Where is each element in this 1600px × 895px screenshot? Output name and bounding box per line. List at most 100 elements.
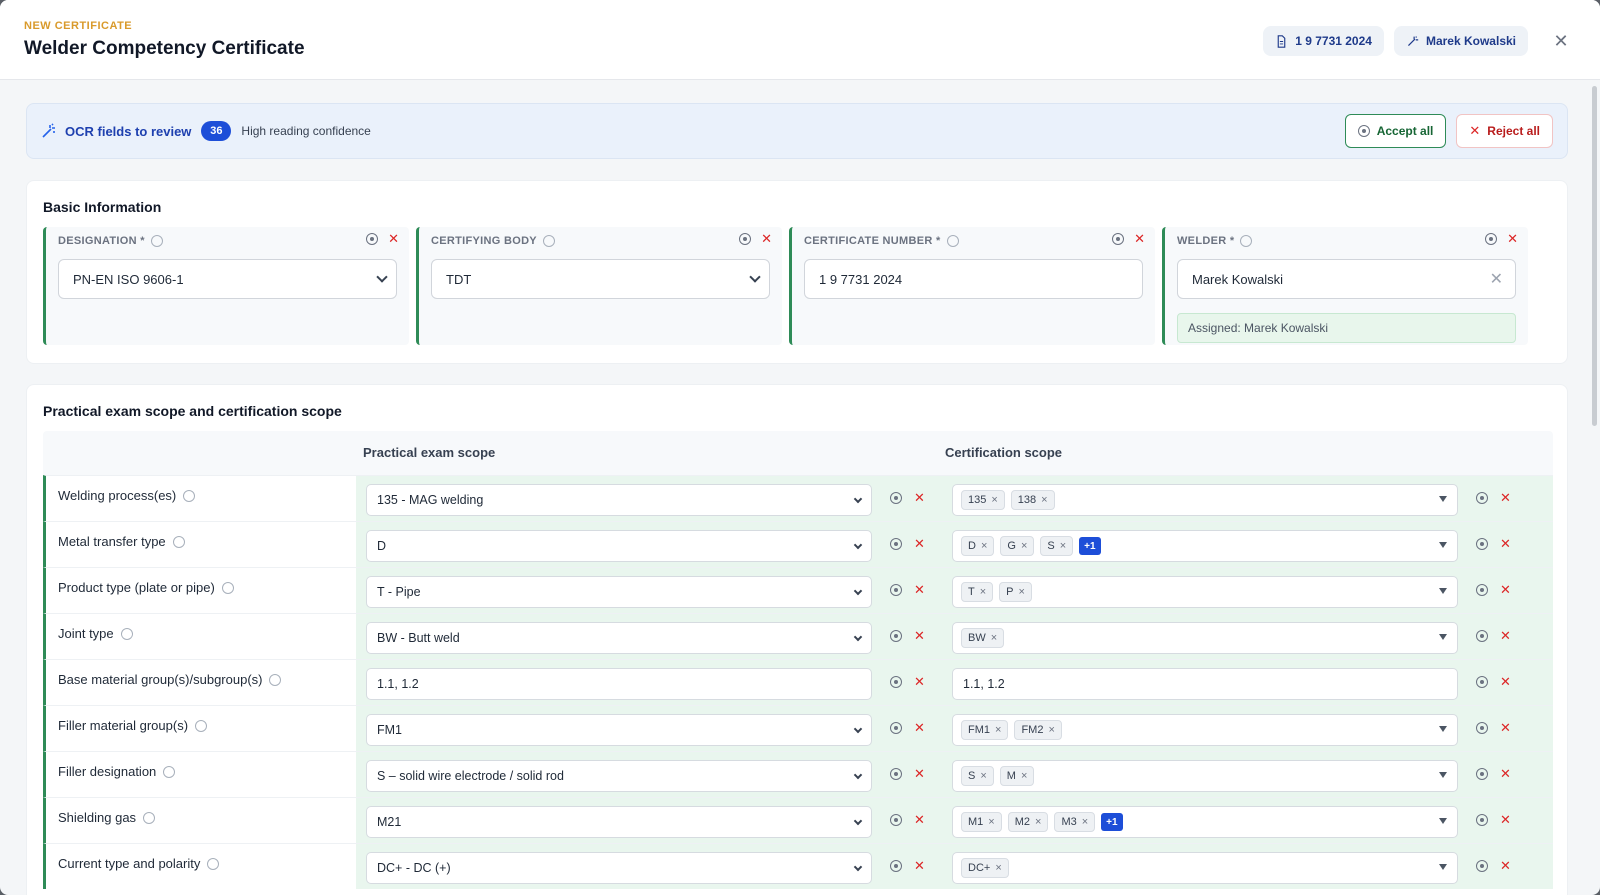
certification-scope-multiselect[interactable]: M1 × M2 × M3 × +1: [952, 806, 1458, 838]
scope-tag[interactable]: FM1 ×: [961, 720, 1009, 740]
certifying-body-select[interactable]: TDT: [431, 259, 770, 299]
scope-tag[interactable]: M ×: [999, 766, 1035, 786]
reject-icon[interactable]: ✕: [914, 491, 925, 504]
remove-tag-icon[interactable]: ×: [1035, 816, 1041, 828]
scope-tag[interactable]: G ×: [1000, 536, 1035, 556]
reject-icon[interactable]: ✕: [914, 721, 925, 734]
accept-icon[interactable]: [1112, 233, 1125, 245]
accept-icon[interactable]: [366, 233, 379, 245]
reject-icon[interactable]: ✕: [1500, 813, 1511, 826]
more-tags-badge[interactable]: +1: [1101, 813, 1123, 831]
certificate-number-input[interactable]: 1 9 7731 2024: [804, 259, 1143, 299]
info-icon[interactable]: [207, 857, 220, 870]
practical-exam-scope-select[interactable]: BW - Butt weld: [366, 622, 872, 654]
remove-tag-icon[interactable]: ×: [1021, 540, 1027, 552]
certification-scope-multiselect[interactable]: 135 × 138 ×: [952, 484, 1458, 516]
scope-tag[interactable]: D ×: [961, 536, 995, 556]
accept-icon[interactable]: [1476, 492, 1488, 504]
info-icon[interactable]: [172, 535, 185, 548]
reject-icon[interactable]: ✕: [388, 232, 399, 245]
reject-icon[interactable]: ✕: [914, 537, 925, 550]
reject-icon[interactable]: ✕: [1500, 491, 1511, 504]
remove-tag-icon[interactable]: ×: [1060, 540, 1066, 552]
remove-tag-icon[interactable]: ×: [1048, 724, 1054, 736]
reject-icon[interactable]: ✕: [914, 629, 925, 642]
scope-tag[interactable]: M3 ×: [1054, 812, 1096, 832]
accept-icon[interactable]: [1476, 722, 1488, 734]
reject-icon[interactable]: ✕: [1500, 721, 1511, 734]
info-icon[interactable]: [183, 489, 196, 502]
more-tags-badge[interactable]: +1: [1079, 537, 1101, 555]
scope-tag[interactable]: 138 ×: [1010, 490, 1055, 510]
scope-tag[interactable]: 135 ×: [961, 490, 1005, 510]
remove-tag-icon[interactable]: ×: [980, 770, 986, 782]
accept-all-button[interactable]: Accept all: [1344, 114, 1447, 148]
accept-icon[interactable]: [1476, 860, 1488, 872]
info-icon[interactable]: [221, 581, 234, 594]
info-icon[interactable]: [195, 719, 208, 732]
info-icon[interactable]: [269, 673, 282, 686]
scope-tag[interactable]: S ×: [961, 766, 994, 786]
remove-tag-icon[interactable]: ×: [1019, 586, 1025, 598]
reject-icon[interactable]: ✕: [1500, 537, 1511, 550]
accept-icon[interactable]: [890, 722, 902, 734]
scrollbar[interactable]: [1592, 86, 1597, 426]
reject-icon[interactable]: ✕: [914, 767, 925, 780]
info-icon[interactable]: [1240, 235, 1253, 247]
scope-tag[interactable]: T ×: [961, 582, 994, 602]
info-icon[interactable]: [163, 765, 176, 778]
practical-exam-scope-select[interactable]: S – solid wire electrode / solid rod: [366, 760, 872, 792]
designation-select[interactable]: PN-EN ISO 9606-1: [58, 259, 397, 299]
welder-chip[interactable]: Marek Kowalski: [1393, 26, 1528, 56]
certification-scope-input[interactable]: 1.1, 1.2: [952, 668, 1458, 700]
accept-icon[interactable]: [890, 584, 902, 596]
remove-tag-icon[interactable]: ×: [995, 862, 1001, 874]
remove-tag-icon[interactable]: ×: [1041, 494, 1047, 506]
practical-exam-scope-select[interactable]: FM1: [366, 714, 872, 746]
certification-scope-multiselect[interactable]: FM1 × FM2 ×: [952, 714, 1458, 746]
scope-tag[interactable]: BW ×: [961, 628, 1005, 648]
accept-icon[interactable]: [739, 233, 752, 245]
reject-icon[interactable]: ✕: [1500, 629, 1511, 642]
accept-icon[interactable]: [1476, 584, 1488, 596]
remove-tag-icon[interactable]: ×: [991, 494, 997, 506]
info-icon[interactable]: [150, 235, 163, 247]
accept-icon[interactable]: [890, 860, 902, 872]
reject-icon[interactable]: ✕: [1500, 675, 1511, 688]
certification-scope-multiselect[interactable]: T × P ×: [952, 576, 1458, 608]
remove-tag-icon[interactable]: ×: [980, 586, 986, 598]
certificate-number-chip[interactable]: 1 9 7731 2024: [1263, 26, 1384, 56]
certification-scope-multiselect[interactable]: D × G × S × +1: [952, 530, 1458, 562]
practical-exam-scope-input[interactable]: 1.1, 1.2: [366, 668, 872, 700]
remove-tag-icon[interactable]: ×: [988, 816, 994, 828]
accept-icon[interactable]: [1476, 630, 1488, 642]
reject-icon[interactable]: ✕: [1500, 767, 1511, 780]
reject-icon[interactable]: ✕: [1500, 859, 1511, 872]
remove-tag-icon[interactable]: ×: [991, 632, 997, 644]
clear-icon[interactable]: ✕: [1490, 269, 1503, 289]
info-icon[interactable]: [542, 235, 555, 247]
certification-scope-multiselect[interactable]: DC+ ×: [952, 852, 1458, 884]
accept-icon[interactable]: [890, 630, 902, 642]
remove-tag-icon[interactable]: ×: [981, 540, 987, 552]
accept-icon[interactable]: [1476, 676, 1488, 688]
scope-tag[interactable]: M1 ×: [961, 812, 1002, 832]
reject-icon[interactable]: ✕: [914, 813, 925, 826]
practical-exam-scope-select[interactable]: 135 - MAG welding: [366, 484, 872, 516]
certification-scope-multiselect[interactable]: BW ×: [952, 622, 1458, 654]
reject-icon[interactable]: ✕: [1507, 232, 1518, 245]
reject-icon[interactable]: ✕: [1134, 232, 1145, 245]
remove-tag-icon[interactable]: ×: [1021, 770, 1027, 782]
info-icon[interactable]: [120, 627, 133, 640]
practical-exam-scope-select[interactable]: D: [366, 530, 872, 562]
reject-icon[interactable]: ✕: [914, 859, 925, 872]
reject-icon[interactable]: ✕: [1500, 583, 1511, 596]
practical-exam-scope-select[interactable]: DC+ - DC (+): [366, 852, 872, 884]
practical-exam-scope-select[interactable]: T - Pipe: [366, 576, 872, 608]
scope-tag[interactable]: FM2 ×: [1014, 720, 1062, 740]
practical-exam-scope-select[interactable]: M21: [366, 806, 872, 838]
accept-icon[interactable]: [1476, 768, 1488, 780]
accept-icon[interactable]: [890, 768, 902, 780]
scope-tag[interactable]: M2 ×: [1007, 812, 1049, 832]
reject-icon[interactable]: ✕: [914, 675, 925, 688]
